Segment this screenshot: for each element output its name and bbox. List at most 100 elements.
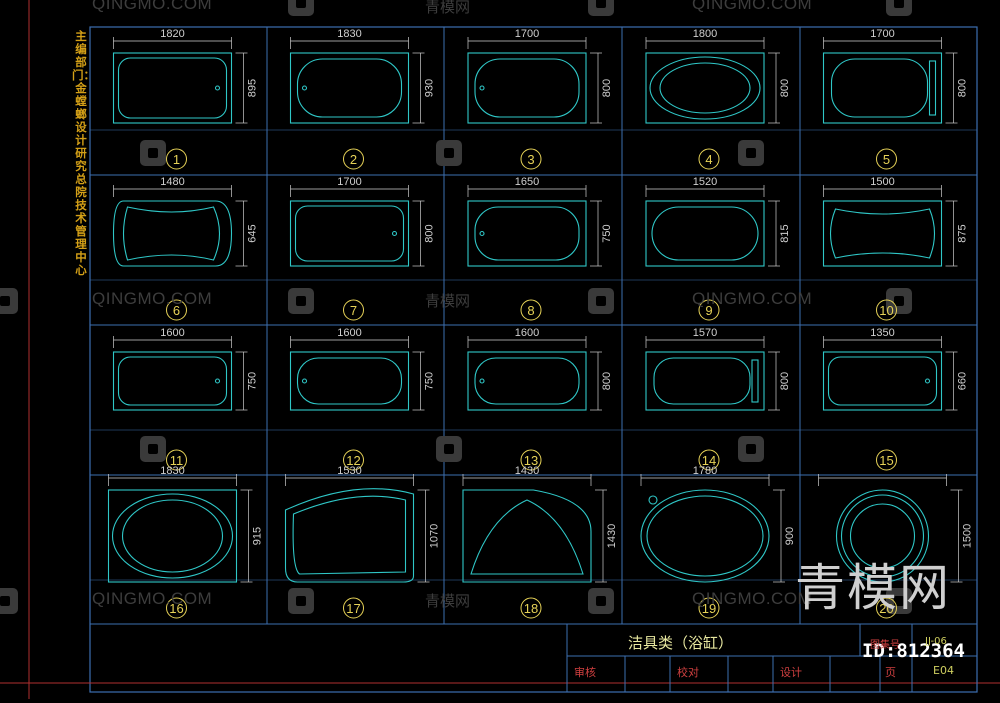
page-value: E04	[933, 664, 954, 677]
width-dimension: 1480	[160, 176, 184, 188]
height-dimension: 800	[779, 79, 791, 97]
watermark-logo	[894, 0, 904, 8]
watermark-logo	[894, 296, 904, 306]
item-number: 15	[879, 453, 893, 468]
height-dimension: 1500	[962, 524, 974, 548]
tub-basin	[470, 499, 584, 575]
height-dimension: 800	[601, 79, 613, 97]
tub-basin	[294, 205, 405, 262]
tub-outline	[107, 489, 238, 583]
side-note: 主编部门：金螳螂设计研究总院技术管理中心	[72, 29, 95, 277]
height-dimension: 660	[957, 372, 969, 390]
tub-outline	[822, 200, 943, 267]
watermark-logo	[444, 444, 454, 454]
watermark-text: QINGMO.COM	[92, 589, 213, 608]
height-dimension: 750	[424, 372, 436, 390]
watermark-logo	[596, 296, 606, 306]
tub-outline	[112, 351, 233, 411]
height-dimension: 750	[247, 372, 259, 390]
tub-drain	[479, 378, 485, 384]
watermark-logo	[296, 0, 306, 8]
tub-outline	[112, 52, 233, 124]
page-label: 页	[885, 666, 896, 679]
review-label: 审核	[574, 666, 596, 679]
item-number: 2	[350, 152, 357, 167]
width-dimension: 1830	[160, 465, 184, 477]
height-dimension: 800	[601, 372, 613, 390]
height-dimension: 875	[957, 224, 969, 242]
item-number: 7	[350, 303, 357, 318]
watermark-text: QINGMO.COM	[692, 289, 813, 308]
width-dimension: 1600	[160, 327, 184, 339]
tub-basin	[474, 206, 580, 261]
width-dimension: 1600	[337, 327, 361, 339]
watermark-text: QINGMO.COM	[92, 0, 213, 13]
width-dimension: 1700	[337, 176, 361, 188]
height-dimension: 800	[957, 79, 969, 97]
watermark-logo	[148, 444, 158, 454]
item-number: 17	[346, 601, 360, 616]
tub-basin	[296, 58, 403, 118]
tub-drain	[214, 85, 221, 91]
drawing-no: JJ-06	[925, 636, 947, 647]
height-dimension: 800	[424, 224, 436, 242]
watermark-logo	[596, 0, 606, 8]
tub-basin	[827, 356, 938, 406]
item-number: 10	[879, 303, 893, 318]
height-dimension: 750	[601, 224, 613, 242]
item-number: 18	[524, 601, 538, 616]
tub-basin	[122, 206, 221, 261]
watermark-logo	[296, 596, 306, 606]
tub-basin	[830, 58, 929, 118]
tub-drain	[479, 230, 485, 237]
tub-drain	[301, 378, 308, 384]
tub-basin	[653, 357, 751, 405]
tub-rim	[111, 493, 234, 579]
width-dimension: 1520	[693, 176, 717, 188]
height-dimension: 915	[252, 527, 264, 545]
watermark-text: 青模网	[425, 592, 471, 610]
height-dimension: 895	[247, 79, 259, 97]
item-number: 1	[173, 152, 180, 167]
watermark-text: 青模网	[425, 0, 471, 16]
tub-outline	[645, 200, 765, 267]
check-label: 校对	[677, 666, 699, 679]
tub-drain	[391, 230, 398, 237]
width-dimension: 1780	[693, 465, 717, 477]
width-dimension: 1830	[337, 28, 361, 40]
width-dimension: 1700	[870, 28, 894, 40]
tub-basin	[659, 62, 751, 114]
watermark-logo	[0, 596, 10, 606]
height-dimension: 1070	[429, 524, 441, 548]
watermark-logo	[0, 296, 10, 306]
tub-outline	[289, 200, 410, 267]
tub-basin	[829, 208, 936, 259]
height-dimension: 815	[779, 224, 791, 242]
watermark-logo	[746, 444, 756, 454]
watermark-logo	[444, 148, 454, 158]
item-number: 5	[883, 152, 890, 167]
width-dimension: 1500	[870, 176, 894, 188]
tub-headrest	[751, 359, 759, 403]
watermark-text: QINGMO.COM	[92, 289, 213, 308]
brand-watermark: 青模网	[795, 559, 951, 617]
tub-rim	[649, 56, 761, 120]
tub-basin	[474, 58, 580, 118]
tub-basin	[117, 356, 228, 406]
width-dimension: 1700	[515, 28, 539, 40]
tub-drain	[479, 85, 485, 91]
tub-headrest	[928, 60, 937, 116]
sheet-title: 洁具类（浴缸）	[628, 634, 734, 652]
drawing-no-label: 图集号	[870, 640, 900, 651]
watermark-logo	[148, 148, 158, 158]
item-number: 8	[527, 303, 534, 318]
tub-outline	[462, 489, 592, 583]
item-number: 4	[705, 152, 712, 167]
item-number: 3	[527, 152, 534, 167]
tub-outline	[822, 351, 943, 411]
tub-basin	[296, 357, 403, 405]
width-dimension: 1650	[515, 176, 539, 188]
tub-basin	[646, 495, 764, 577]
width-dimension: 1570	[693, 327, 717, 339]
width-dimension: 1430	[515, 465, 539, 477]
